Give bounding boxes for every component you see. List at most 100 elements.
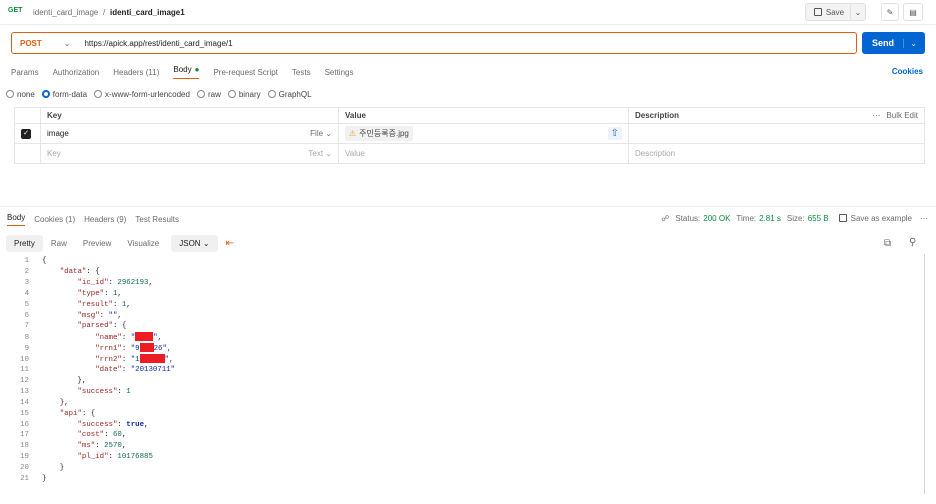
empty-description-cell[interactable]: Description (628, 143, 925, 164)
code-line: 5 "result": 1, (0, 300, 131, 311)
bulk-edit-link[interactable]: Bulk Edit (886, 111, 918, 120)
code-text: "pl_id": 10176885 (77, 453, 153, 462)
body-type-radios: none form-data x-www-form-urlencoded raw… (6, 88, 319, 100)
save-dropdown-button[interactable]: ⌄ (850, 3, 866, 21)
tab-headers[interactable]: Headers (11) (113, 68, 159, 77)
send-button[interactable]: Send ⌄ (862, 32, 925, 54)
code-line: 3 "ic_id": 2962193, (0, 278, 153, 289)
tab-authorization[interactable]: Authorization (53, 68, 100, 77)
edit-button[interactable]: ✎ (881, 3, 899, 21)
code-text: "cost": 60, (77, 431, 127, 440)
code-text: }, (42, 398, 69, 407)
line-number: 12 (20, 376, 29, 385)
empty-checkbox-cell (14, 143, 41, 164)
redaction-block (139, 354, 165, 364)
code-line: 2 "data": { (0, 267, 100, 278)
radio-none[interactable]: none (6, 90, 35, 99)
time-value[interactable]: 2.81 s (759, 214, 781, 223)
radio-graphql[interactable]: GraphQL (267, 89, 312, 99)
code-text: }, (42, 376, 87, 385)
size-label: Size: (786, 213, 805, 223)
empty-key-cell[interactable]: Key Text ⌄ (40, 143, 339, 164)
tab-prerequest-script[interactable]: Pre-request Script (213, 68, 277, 77)
row-checkbox[interactable]: ✓ (21, 128, 31, 139)
save-button[interactable]: Save (805, 3, 853, 21)
save-as-example-button[interactable]: Save as example (851, 214, 912, 223)
row-checkbox-cell: ✓ (14, 123, 41, 144)
tab-response-body[interactable]: Body (7, 213, 26, 226)
tab-test-results[interactable]: Test Results (135, 215, 179, 224)
size-value[interactable]: 655 B (808, 214, 829, 223)
code-line: 1{ (0, 256, 47, 267)
more-icon[interactable]: ⋯ (872, 111, 880, 120)
url-input[interactable]: https://apick.app/rest/identi_card_image… (84, 39, 232, 48)
table-header-check (14, 107, 41, 124)
code-text: "success": true, (77, 420, 149, 429)
tab-params[interactable]: Params (11, 68, 39, 77)
radio-x-www-form-urlencoded[interactable]: x-www-form-urlencoded (94, 90, 190, 99)
request-name[interactable]: identi_card_image1 (110, 8, 185, 17)
chevron-down-icon: ⌄ (854, 7, 862, 17)
code-line: 14 }, (0, 398, 69, 409)
row-description-cell[interactable] (628, 123, 925, 144)
radio-label: GraphQL (278, 89, 312, 99)
radio-form-data[interactable]: form-data (41, 90, 87, 99)
code-text: "name": " ", (95, 332, 163, 342)
tab-pretty[interactable]: Pretty (6, 234, 43, 252)
tab-visualize[interactable]: Visualize (119, 235, 167, 252)
code-line: 20 } (0, 463, 64, 474)
empty-type-label: Text (308, 149, 324, 158)
tab-response-cookies[interactable]: Cookies (1) (34, 215, 75, 224)
radio-binary[interactable]: binary (227, 90, 261, 99)
format-select[interactable]: JSON ⌄ (171, 234, 218, 252)
http-icon: GET (8, 7, 23, 14)
code-line: 7 "parsed": { (0, 321, 127, 332)
code-text: "success": 1 (77, 387, 131, 396)
line-number: 7 (24, 322, 29, 331)
row-key-cell[interactable]: image File ⌄ (40, 123, 339, 144)
table-header-description: Description ⋯ Bulk Edit (628, 107, 925, 124)
radio-label: none (17, 89, 35, 99)
status-label: Status: (675, 213, 701, 223)
tab-tests[interactable]: Tests (292, 68, 311, 77)
wrap-lines-icon[interactable]: ⇤ (226, 238, 234, 249)
save-icon (838, 214, 847, 222)
chevron-down-icon[interactable]: ⌄ (903, 38, 917, 48)
empty-value-cell[interactable]: Value (338, 143, 629, 164)
radio-raw[interactable]: raw (196, 90, 221, 99)
empty-type-select[interactable]: Text ⌄ (308, 149, 332, 158)
cookies-link[interactable]: Cookies (892, 67, 923, 76)
file-chip[interactable]: ⚠ 주민등록증.jpg (345, 126, 413, 141)
collection-link[interactable]: identi_card_image (33, 8, 98, 17)
save-icon (813, 8, 822, 16)
documentation-button[interactable]: ▤ (903, 3, 923, 21)
chevron-down-icon[interactable]: ⌄ (64, 39, 71, 48)
tab-raw[interactable]: Raw (43, 235, 75, 252)
code-line: 8 "name": " ", (0, 332, 162, 343)
method-select[interactable]: POST (20, 39, 42, 48)
tab-preview[interactable]: Preview (75, 235, 119, 252)
row-key: image (47, 129, 69, 138)
row-type-select[interactable]: File ⌄ (310, 129, 332, 138)
tab-settings[interactable]: Settings (325, 68, 354, 77)
code-line: 10 "rrn2": "1 ", (0, 354, 173, 365)
status-value[interactable]: 200 OK (703, 214, 730, 223)
code-text: } (42, 475, 47, 483)
cloud-upload-icon[interactable]: ⇧ (607, 127, 622, 140)
scrollbar[interactable] (924, 254, 925, 494)
send-label: Send (872, 38, 895, 48)
row-value-cell[interactable]: ⚠ 주민등록증.jpg ⇧ (338, 123, 629, 144)
line-number: 6 (24, 311, 29, 320)
tab-response-headers[interactable]: Headers (9) (84, 215, 126, 224)
comment-icon: ▤ (909, 7, 917, 17)
line-number: 8 (24, 333, 29, 342)
more-icon[interactable]: ⋯ (920, 214, 928, 223)
line-number: 15 (20, 409, 29, 418)
search-icon[interactable]: ⚲ (909, 237, 916, 248)
code-line: 19 "pl_id": 10176885 (0, 452, 153, 463)
line-number: 17 (20, 431, 29, 440)
copy-icon[interactable]: ⧉ (884, 238, 891, 249)
tab-body[interactable]: Body ● (173, 65, 200, 79)
response-code-viewer[interactable]: 1{2 "data": {3 "ic_id": 2962193, 4 "type"… (0, 256, 936, 494)
line-number: 11 (20, 366, 29, 374)
